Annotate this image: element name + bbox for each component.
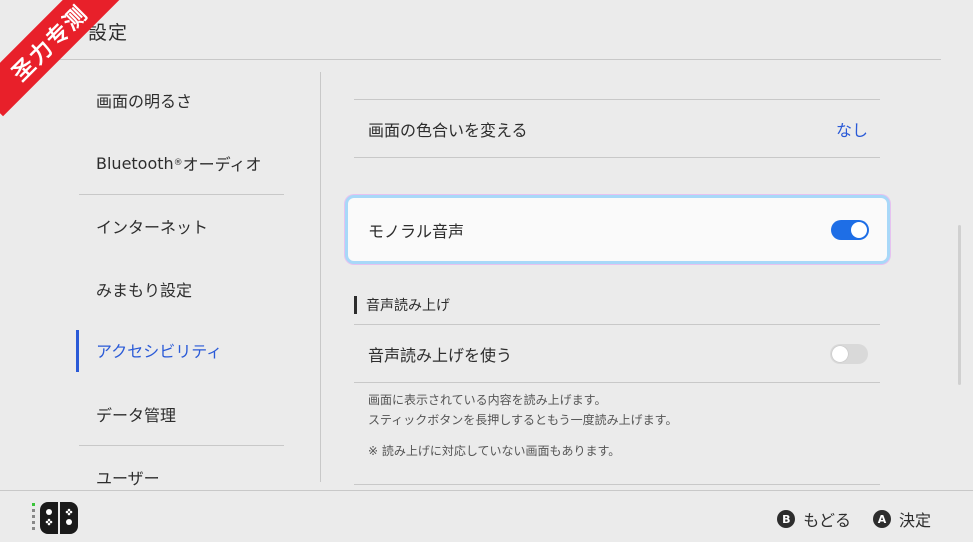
row-divider <box>354 484 880 485</box>
scrollbar[interactable] <box>958 225 961 385</box>
row-divider <box>354 157 880 158</box>
tts-description-2: スティックボタンを長押しするともう一度読み上げます。 <box>368 413 678 427</box>
header: 設定 <box>0 0 973 60</box>
mono-audio-row[interactable]: モノラル音声 <box>348 198 887 261</box>
confirm-label: 決定 <box>898 511 931 530</box>
sidebar: 画面の明るさ Bluetooth ® オーディオ インターネット みまもり設定 アク… <box>76 68 286 488</box>
sidebar-item-label: 画面の明るさ <box>96 92 193 111</box>
color-filter-label: 画面の色合いを変える <box>368 121 528 140</box>
toggle-knob <box>851 221 867 238</box>
sidebar-item-parental-controls[interactable]: みまもり設定 <box>76 269 286 309</box>
sidebar-item-data-management[interactable]: データ管理 <box>76 394 286 434</box>
footer: B もどる A 決定 <box>0 491 973 542</box>
sidebar-item-label: ユーザー <box>96 469 160 488</box>
tts-row[interactable]: 音声読み上げを使う <box>354 325 880 383</box>
mono-audio-label: モノラル音声 <box>368 221 465 241</box>
tts-toggle[interactable] <box>830 344 868 364</box>
mono-audio-toggle[interactable] <box>831 219 869 240</box>
sidebar-item-label: Bluetooth <box>96 153 174 173</box>
section-marker <box>354 296 357 314</box>
color-filter-value: なし <box>835 121 868 140</box>
pane-divider <box>320 72 321 482</box>
a-button-icon: A <box>872 510 891 528</box>
tts-label: 音声読み上げを使う <box>368 346 513 365</box>
registered-mark: ® <box>173 158 183 168</box>
sidebar-divider <box>79 194 284 195</box>
back-button[interactable]: B もどる <box>777 507 851 531</box>
confirm-button[interactable]: A 決定 <box>872 507 931 531</box>
sidebar-item-label-suffix: オーディオ <box>182 155 262 174</box>
back-label: もどる <box>803 511 851 530</box>
sidebar-item-label: アクセシビリティ <box>96 342 223 361</box>
section-title: 音声読み上げ <box>366 298 450 314</box>
color-filter-row[interactable]: 画面の色合いを変える なし <box>354 100 880 158</box>
sidebar-item-label: データ管理 <box>96 406 177 425</box>
sidebar-item-internet[interactable]: インターネット <box>76 206 286 246</box>
row-divider <box>354 382 880 383</box>
sidebar-item-brightness[interactable]: 画面の明るさ <box>76 80 286 120</box>
tts-note: ※ 読み上げに対応していない画面もあります。 <box>368 444 621 458</box>
tts-description-1: 画面に表示されている内容を読み上げます。 <box>368 393 607 407</box>
sidebar-item-label: インターネット <box>96 218 209 237</box>
sidebar-item-bluetooth-audio[interactable]: Bluetooth ® オーディオ <box>76 143 286 183</box>
sidebar-divider <box>79 445 284 446</box>
b-button-icon: B <box>777 510 796 528</box>
sidebar-item-label: みまもり設定 <box>96 281 193 300</box>
sidebar-item-accessibility[interactable]: アクセシビリティ <box>76 330 286 372</box>
section-header-tts: 音声読み上げ <box>354 295 450 315</box>
header-divider <box>32 59 941 60</box>
footer-actions: B もどる A 決定 <box>777 507 931 531</box>
active-indicator <box>76 330 79 372</box>
joycon-controller-icon <box>32 502 78 534</box>
toggle-knob <box>832 346 848 362</box>
